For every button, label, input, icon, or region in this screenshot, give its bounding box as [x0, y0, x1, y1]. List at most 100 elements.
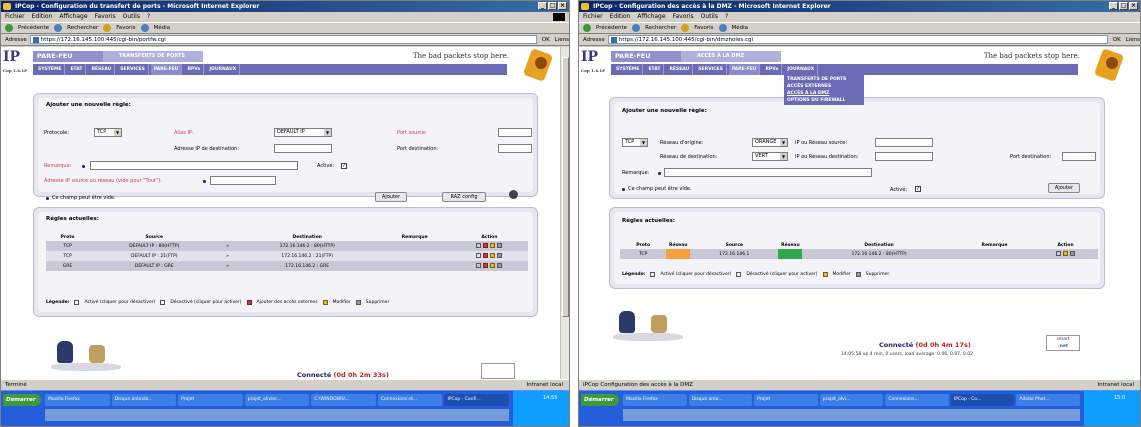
search-button[interactable]: Rechercher [645, 25, 676, 31]
external-access-icon[interactable] [483, 243, 489, 248]
vertical-scrollbar[interactable] [560, 47, 569, 379]
nav-reseau[interactable]: RÉSEAU [666, 64, 694, 75]
menu-edition[interactable]: Edition [610, 12, 631, 22]
menu-help[interactable]: ? [147, 12, 150, 22]
port-source-input[interactable] [498, 128, 532, 137]
nav-rpvs[interactable]: RPVs [762, 64, 783, 75]
protocole-select[interactable]: TCP [94, 128, 122, 137]
toggle-checkbox-icon[interactable] [1056, 251, 1062, 256]
maximize-button[interactable]: □ [1119, 2, 1128, 10]
port-dest-input[interactable] [1062, 152, 1096, 161]
go-button[interactable]: OK [1111, 37, 1123, 43]
menu-favoris[interactable]: Favoris [673, 12, 694, 22]
menu-outils[interactable]: Outils [123, 12, 140, 22]
media-button[interactable]: Média [154, 25, 171, 31]
dest-ip-input[interactable] [875, 152, 933, 161]
task-button[interactable]: Projet [178, 394, 243, 406]
start-button[interactable]: Démarrer [581, 394, 619, 406]
nav-journaux[interactable]: JOURNAUX [784, 64, 819, 75]
remarque-input[interactable] [664, 168, 872, 177]
alias-ip-select[interactable]: DEFAULT IP [274, 128, 332, 137]
external-access-icon[interactable] [483, 263, 489, 268]
task-button[interactable]: Disque amovib... [111, 394, 177, 406]
start-button[interactable]: Démarrer [3, 394, 41, 406]
port-dest-input[interactable] [498, 144, 532, 153]
raz-config-button[interactable]: RAZ config [442, 192, 486, 202]
src-net-select[interactable]: ORANGE [752, 138, 788, 147]
nav-systeme[interactable]: SYSTÈME [35, 64, 66, 75]
menu-fichier[interactable]: Fichier [583, 12, 603, 22]
task-button[interactable]: Connexions ré... [377, 394, 443, 406]
edit-icon[interactable] [490, 253, 496, 258]
nav-pare-feu[interactable]: PARE-FEU [728, 64, 761, 75]
active-checkbox[interactable]: ✓ [341, 163, 347, 169]
back-button[interactable]: Précédente [596, 25, 627, 31]
menu-outils[interactable]: Outils [701, 12, 718, 22]
menu-affichage[interactable]: Affichage [59, 12, 87, 22]
task-button[interactable]: C:\WINDOWS\... [311, 394, 376, 406]
subnav-acces-externes[interactable]: ACCÈS EXTERNES [787, 83, 861, 90]
task-button[interactable]: Adobe Phot... [1016, 394, 1081, 406]
menu-fichier[interactable]: Fichier [5, 12, 25, 22]
address-input[interactable]: https://172.16.145.100:445/cgi-bin/portf… [29, 35, 537, 44]
links-label[interactable]: Liens [555, 37, 569, 43]
back-icon[interactable] [583, 24, 591, 32]
add-button[interactable]: Ajouter [375, 192, 407, 202]
edit-icon[interactable] [1063, 251, 1069, 256]
subnav-options[interactable]: OPTIONS DU FIREWALL [787, 97, 861, 104]
task-button[interactable]: Mozilla Firefox [623, 394, 687, 406]
address-input[interactable]: https://172.16.145.100:445/cgi-bin/dmzho… [607, 35, 1108, 44]
nav-etat[interactable]: ETAT [645, 64, 665, 75]
back-icon[interactable] [5, 24, 13, 32]
task-button[interactable]: Mozilla Firefox [45, 394, 110, 406]
delete-icon[interactable] [497, 253, 503, 258]
title-bar[interactable]: IPCop - Configuration du transfert de po… [1, 1, 569, 12]
smartnet-logo[interactable] [481, 363, 515, 379]
dest-ip-input[interactable] [274, 144, 332, 153]
maximize-button[interactable]: □ [548, 2, 557, 10]
subnav-transferts[interactable]: TRANSFERTS DE PORTS [787, 76, 861, 83]
task-button[interactable]: IPCop - Co... [950, 394, 1015, 406]
search-button[interactable]: Rechercher [67, 25, 98, 31]
delete-icon[interactable] [1070, 251, 1076, 256]
toggle-checkbox-icon[interactable] [476, 253, 482, 258]
task-button[interactable]: IPCop - Confi... [444, 394, 510, 406]
nav-pare-feu[interactable]: PARE-FEU [150, 64, 183, 75]
remarque-input[interactable] [90, 161, 298, 170]
toggle-checkbox-icon[interactable] [476, 263, 482, 268]
task-button[interactable]: projet_olvi... [819, 394, 884, 406]
menu-edition[interactable]: Edition [32, 12, 53, 22]
protocole-select[interactable]: TCP [622, 138, 648, 147]
minimize-button[interactable]: _ [1109, 2, 1118, 10]
nav-services[interactable]: SERVICES [695, 64, 727, 75]
back-button[interactable]: Précédente [18, 25, 49, 31]
nav-etat[interactable]: ETAT [67, 64, 87, 75]
help-icon[interactable] [509, 190, 518, 199]
quick-launch-bar[interactable] [623, 409, 1080, 421]
search-icon[interactable] [632, 24, 641, 32]
external-access-icon[interactable] [483, 253, 489, 258]
menu-help[interactable]: ? [725, 12, 728, 22]
favorites-icon[interactable] [681, 24, 690, 32]
dest-net-select[interactable]: VERT [752, 152, 788, 161]
quick-launch-bar[interactable] [45, 409, 509, 421]
title-bar[interactable]: IPCop - Configuration des accès à la DMZ… [579, 1, 1140, 12]
nav-reseau[interactable]: RÉSEAU [88, 64, 116, 75]
nav-journaux[interactable]: JOURNAUX [206, 64, 241, 75]
source-ip-input[interactable] [210, 176, 276, 185]
toggle-checkbox-icon[interactable] [476, 243, 482, 248]
smartnet-logo[interactable]: smart .net [1046, 335, 1080, 351]
favorites-button[interactable]: Favoris [694, 25, 713, 31]
active-checkbox[interactable]: ✓ [915, 186, 921, 192]
task-button[interactable]: Disque amo... [688, 394, 753, 406]
links-label[interactable]: Liens [1126, 37, 1140, 43]
favorites-button[interactable]: Favoris [116, 25, 135, 31]
delete-icon[interactable] [497, 243, 503, 248]
media-icon[interactable] [140, 24, 149, 32]
media-icon[interactable] [718, 24, 727, 32]
minimize-button[interactable]: _ [538, 2, 547, 10]
subnav-acces-dmz[interactable]: ACCÈS À LA DMZ [787, 90, 861, 97]
media-button[interactable]: Média [732, 25, 749, 31]
menu-affichage[interactable]: Affichage [637, 12, 665, 22]
favorites-icon[interactable] [103, 24, 112, 32]
